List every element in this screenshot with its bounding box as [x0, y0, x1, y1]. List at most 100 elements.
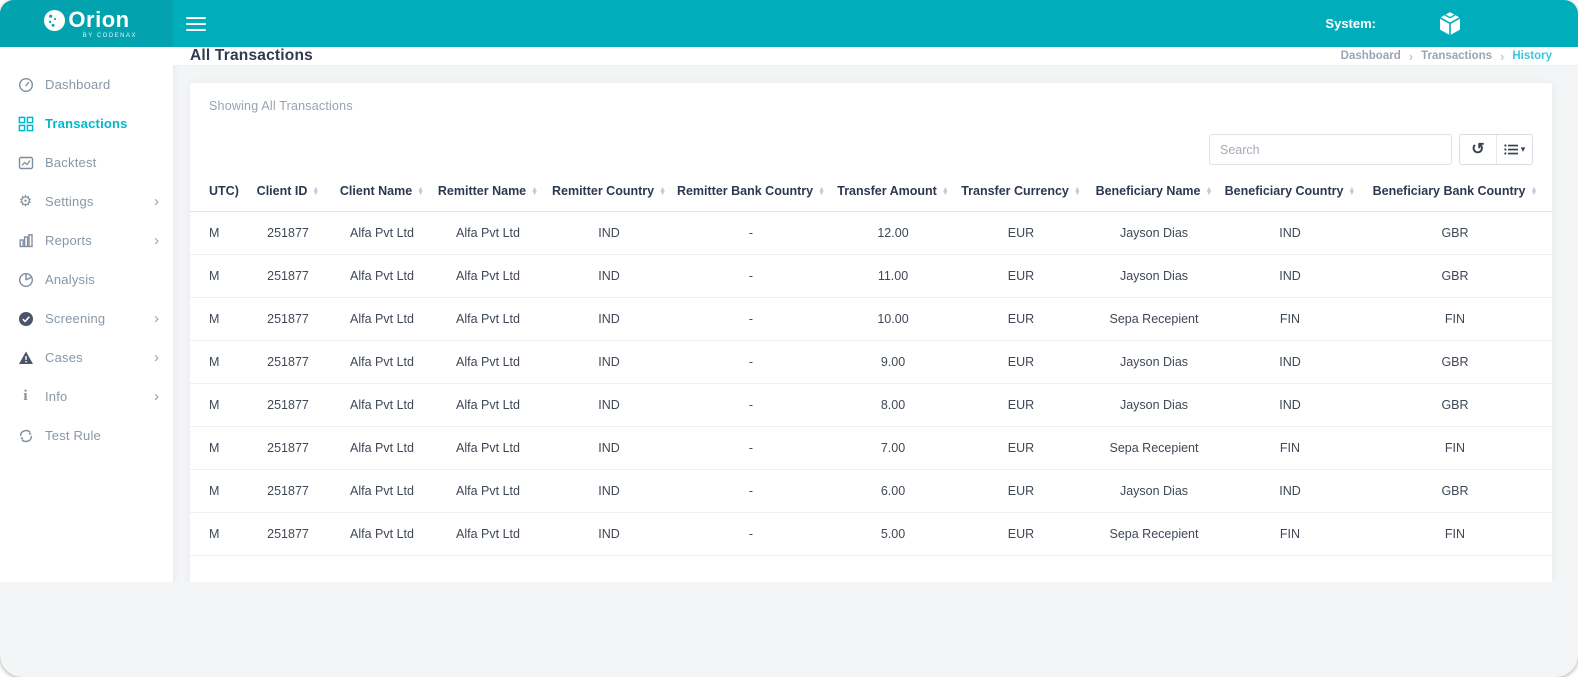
sort-icon: ▲▼ [1348, 188, 1355, 196]
transactions-card: Showing All Transactions ↺ [190, 83, 1552, 582]
table-cell: GBR [1358, 255, 1552, 298]
column-header-remitter-country[interactable]: Remitter Country▲▼ [546, 178, 672, 212]
sidebar-item-label: Settings [45, 194, 94, 209]
table-cell: Jayson Dias [1086, 384, 1222, 427]
column-header-label: Transfer Currency [961, 184, 1069, 198]
sidebar-item-screening[interactable]: Screening› [0, 299, 173, 338]
table-cell: FIN [1358, 298, 1552, 341]
table-cell: M [190, 384, 242, 427]
table-cell: - [672, 427, 830, 470]
breadcrumb-transactions[interactable]: Transactions [1421, 50, 1492, 62]
column-header-remitter-name[interactable]: Remitter Name▲▼ [430, 178, 546, 212]
table-cell: GBR [1358, 341, 1552, 384]
table-cell: - [672, 384, 830, 427]
column-header-client-id[interactable]: Client ID▲▼ [242, 178, 334, 212]
table-toolbar: ↺ ▾ [190, 134, 1552, 165]
column-header-remitter-bank-country[interactable]: Remitter Bank Country▲▼ [672, 178, 830, 212]
table-cell: 9.00 [830, 341, 956, 384]
card-caption: Showing All Transactions [190, 99, 1552, 113]
sidebar-item-settings[interactable]: ⚙Settings› [0, 182, 173, 221]
table-cell: 251877 [242, 427, 334, 470]
column-header-label: Beneficiary Country [1225, 184, 1344, 198]
table-cell: 10.00 [830, 298, 956, 341]
column-header-transfer-amount[interactable]: Transfer Amount▲▼ [830, 178, 956, 212]
table-cell: FIN [1222, 427, 1358, 470]
sidebar-item-reports[interactable]: Reports› [0, 221, 173, 260]
table-cell: M [190, 298, 242, 341]
top-bar: Orion by CODENAX System: [0, 0, 1578, 47]
sidebar-item-label: Reports [45, 233, 92, 248]
sidebar-item-backtest[interactable]: Backtest [0, 143, 173, 182]
sidebar-nav: DashboardTransactionsBacktest⚙Settings›R… [0, 47, 173, 582]
table-cell: Alfa Pvt Ltd [334, 427, 430, 470]
table-cell: Alfa Pvt Ltd [430, 255, 546, 298]
breadcrumb: Dashboard›Transactions›History [1341, 49, 1552, 64]
system-label: System: [1325, 16, 1376, 31]
table-cell: M [190, 255, 242, 298]
table-cell: EUR [956, 341, 1086, 384]
system-cube-icon[interactable] [1434, 8, 1466, 40]
speedometer-icon [17, 76, 34, 93]
content-area: Showing All Transactions ↺ [173, 66, 1578, 582]
table-row: M251877Alfa Pvt LtdAlfa Pvt LtdIND-12.00… [190, 212, 1552, 255]
table-cell: 8.00 [830, 384, 956, 427]
table-cell: Sepa Recepient [1086, 427, 1222, 470]
table-cell: - [672, 341, 830, 384]
pie-chart-icon [17, 271, 34, 288]
transactions-table: UTC)▲▼Client ID▲▼Client Name▲▼Remitter N… [190, 178, 1552, 556]
sidebar-item-cases[interactable]: Cases› [0, 338, 173, 377]
sort-icon: ▲▼ [1074, 188, 1081, 196]
table-cell: - [672, 255, 830, 298]
table-cell: FIN [1358, 513, 1552, 556]
column-header-beneficiary-name[interactable]: Beneficiary Name▲▼ [1086, 178, 1222, 212]
breadcrumb-dashboard[interactable]: Dashboard [1341, 50, 1401, 62]
gear-icon: ⚙ [17, 193, 34, 210]
column-header-client-name[interactable]: Client Name▲▼ [334, 178, 430, 212]
column-header-label: Client ID [257, 184, 308, 198]
table-cell: 251877 [242, 513, 334, 556]
orion-logo-icon [43, 9, 66, 32]
sidebar-item-analysis[interactable]: Analysis [0, 260, 173, 299]
sort-icon: ▲▼ [531, 188, 538, 196]
chevron-right-icon: › [1500, 49, 1504, 64]
sidebar-item-dashboard[interactable]: Dashboard [0, 65, 173, 104]
sidebar-item-info[interactable]: iInfo› [0, 377, 173, 416]
table-cell: IND [1222, 470, 1358, 513]
hamburger-menu-icon[interactable] [186, 17, 206, 31]
table-cell: - [672, 470, 830, 513]
table-cell: IND [546, 384, 672, 427]
sidebar-item-label: Dashboard [45, 77, 110, 92]
table-cell: Jayson Dias [1086, 255, 1222, 298]
table-cell: 251877 [242, 341, 334, 384]
sidebar-item-label: Backtest [45, 155, 96, 170]
table-cell: IND [1222, 212, 1358, 255]
column-header-beneficiary-country[interactable]: Beneficiary Country ▲▼ [1222, 178, 1358, 212]
table-cell: EUR [956, 427, 1086, 470]
column-header-utc[interactable]: UTC)▲▼ [190, 178, 242, 212]
table-cell: M [190, 513, 242, 556]
sort-icon: ▲▼ [1205, 188, 1212, 196]
table-cell: FIN [1222, 513, 1358, 556]
chart-image-icon [17, 154, 34, 171]
table-cell: 5.00 [830, 513, 956, 556]
column-header-label: Remitter Country [552, 184, 654, 198]
history-button[interactable]: ↺ [1460, 135, 1496, 164]
sidebar-item-transactions[interactable]: Transactions [0, 104, 173, 143]
table-cell: Alfa Pvt Ltd [430, 427, 546, 470]
sidebar-item-label: Test Rule [45, 428, 101, 443]
search-input[interactable] [1209, 134, 1452, 165]
table-cell: - [672, 298, 830, 341]
column-list-button[interactable]: ▾ [1496, 135, 1532, 164]
table-cell: FIN [1358, 427, 1552, 470]
column-header-transfer-currency[interactable]: Transfer Currency ▲▼ [956, 178, 1086, 212]
table-cell: Alfa Pvt Ltd [334, 470, 430, 513]
table-cell: - [672, 212, 830, 255]
table-cell: IND [1222, 255, 1358, 298]
brand-logo[interactable]: Orion by CODENAX [0, 0, 173, 47]
sidebar-item-test-rule[interactable]: Test Rule [0, 416, 173, 455]
column-header-beneficiary-bank-country[interactable]: Beneficiary Bank Country▲▼ [1358, 178, 1552, 212]
app-window: Orion by CODENAX System: Dashboard Transa… [0, 0, 1578, 677]
page-header: All Transactions Dashboard›Transactions›… [173, 47, 1578, 66]
table-cell: 251877 [242, 212, 334, 255]
table-cell: GBR [1358, 470, 1552, 513]
